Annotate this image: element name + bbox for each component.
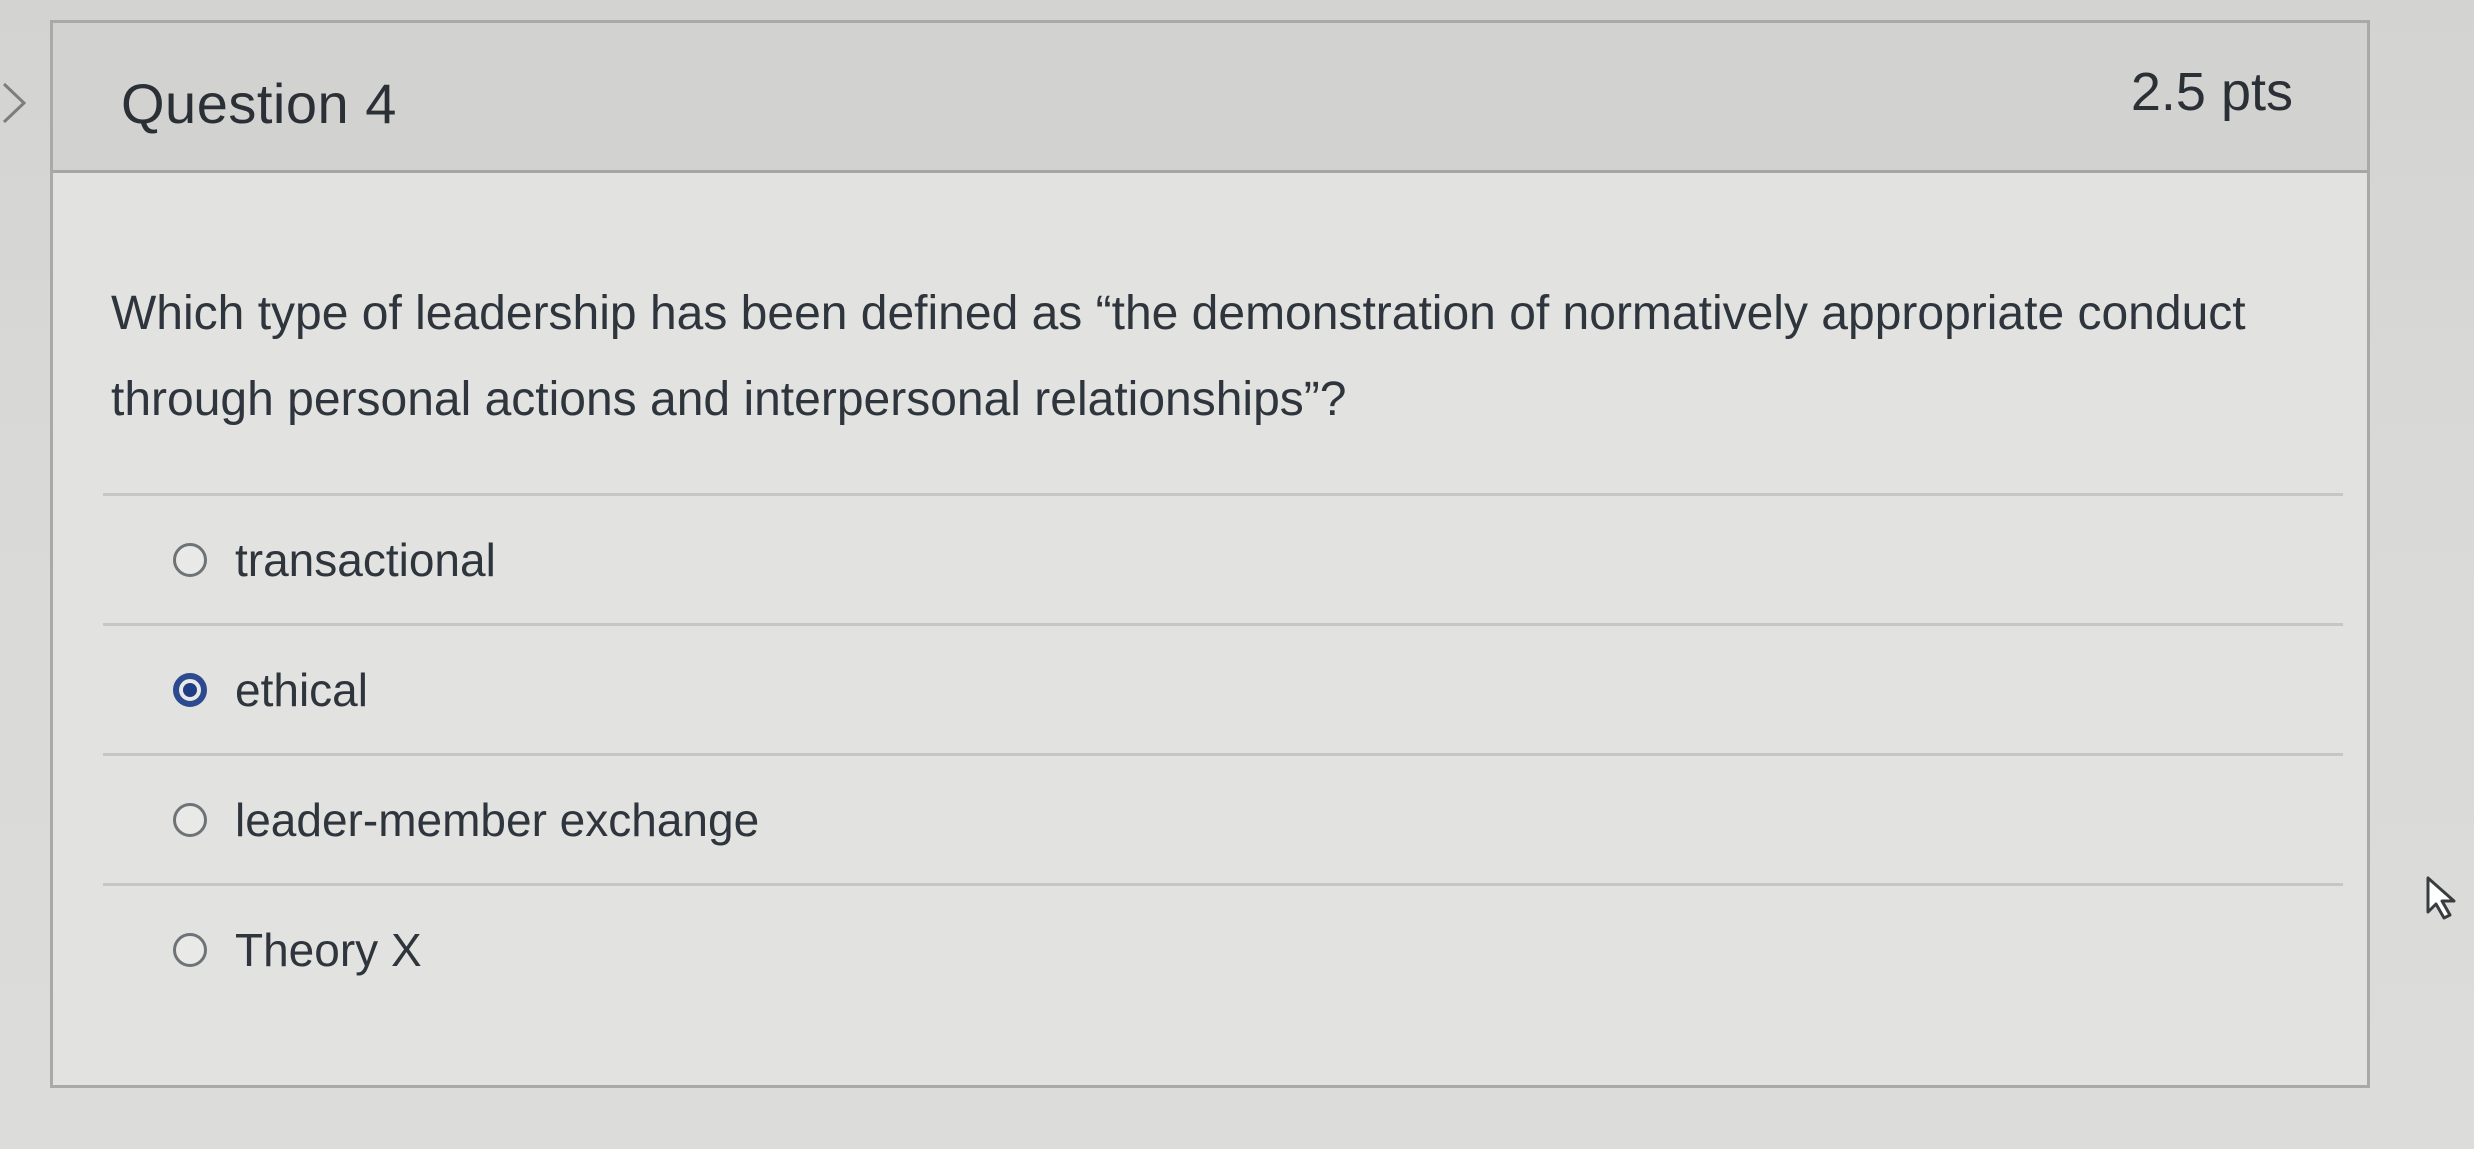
question-points: 2.5 pts (2130, 62, 2293, 122)
answer-option-theory-x[interactable]: Theory X (103, 886, 2343, 1013)
answer-option-leader-member-exchange[interactable]: leader-member exchange (103, 756, 2343, 883)
mouse-pointer-icon (2422, 874, 2466, 922)
radio-button[interactable] (173, 542, 207, 577)
question-header: Question 4 2.5 pts (53, 23, 2367, 173)
answer-label[interactable]: ethical (235, 663, 368, 717)
answer-list: transactional ethical leader-member exch… (103, 493, 2343, 1013)
answer-label[interactable]: leader-member exchange (235, 793, 759, 847)
answer-option-transactional[interactable]: transactional (103, 496, 2343, 623)
chevron-right-icon[interactable] (0, 78, 36, 128)
answer-option-ethical[interactable]: ethical (103, 626, 2343, 753)
radio-button[interactable] (173, 802, 207, 837)
question-text: Which type of leadership has been define… (111, 287, 2246, 426)
question-card: Question 4 2.5 pts Which type of leaders… (50, 20, 2370, 1088)
radio-button-selected[interactable] (173, 672, 207, 707)
answer-label[interactable]: Theory X (235, 923, 422, 977)
answer-label[interactable]: transactional (235, 533, 496, 587)
radio-button[interactable] (173, 932, 207, 967)
question-title: Question 4 (121, 72, 397, 135)
